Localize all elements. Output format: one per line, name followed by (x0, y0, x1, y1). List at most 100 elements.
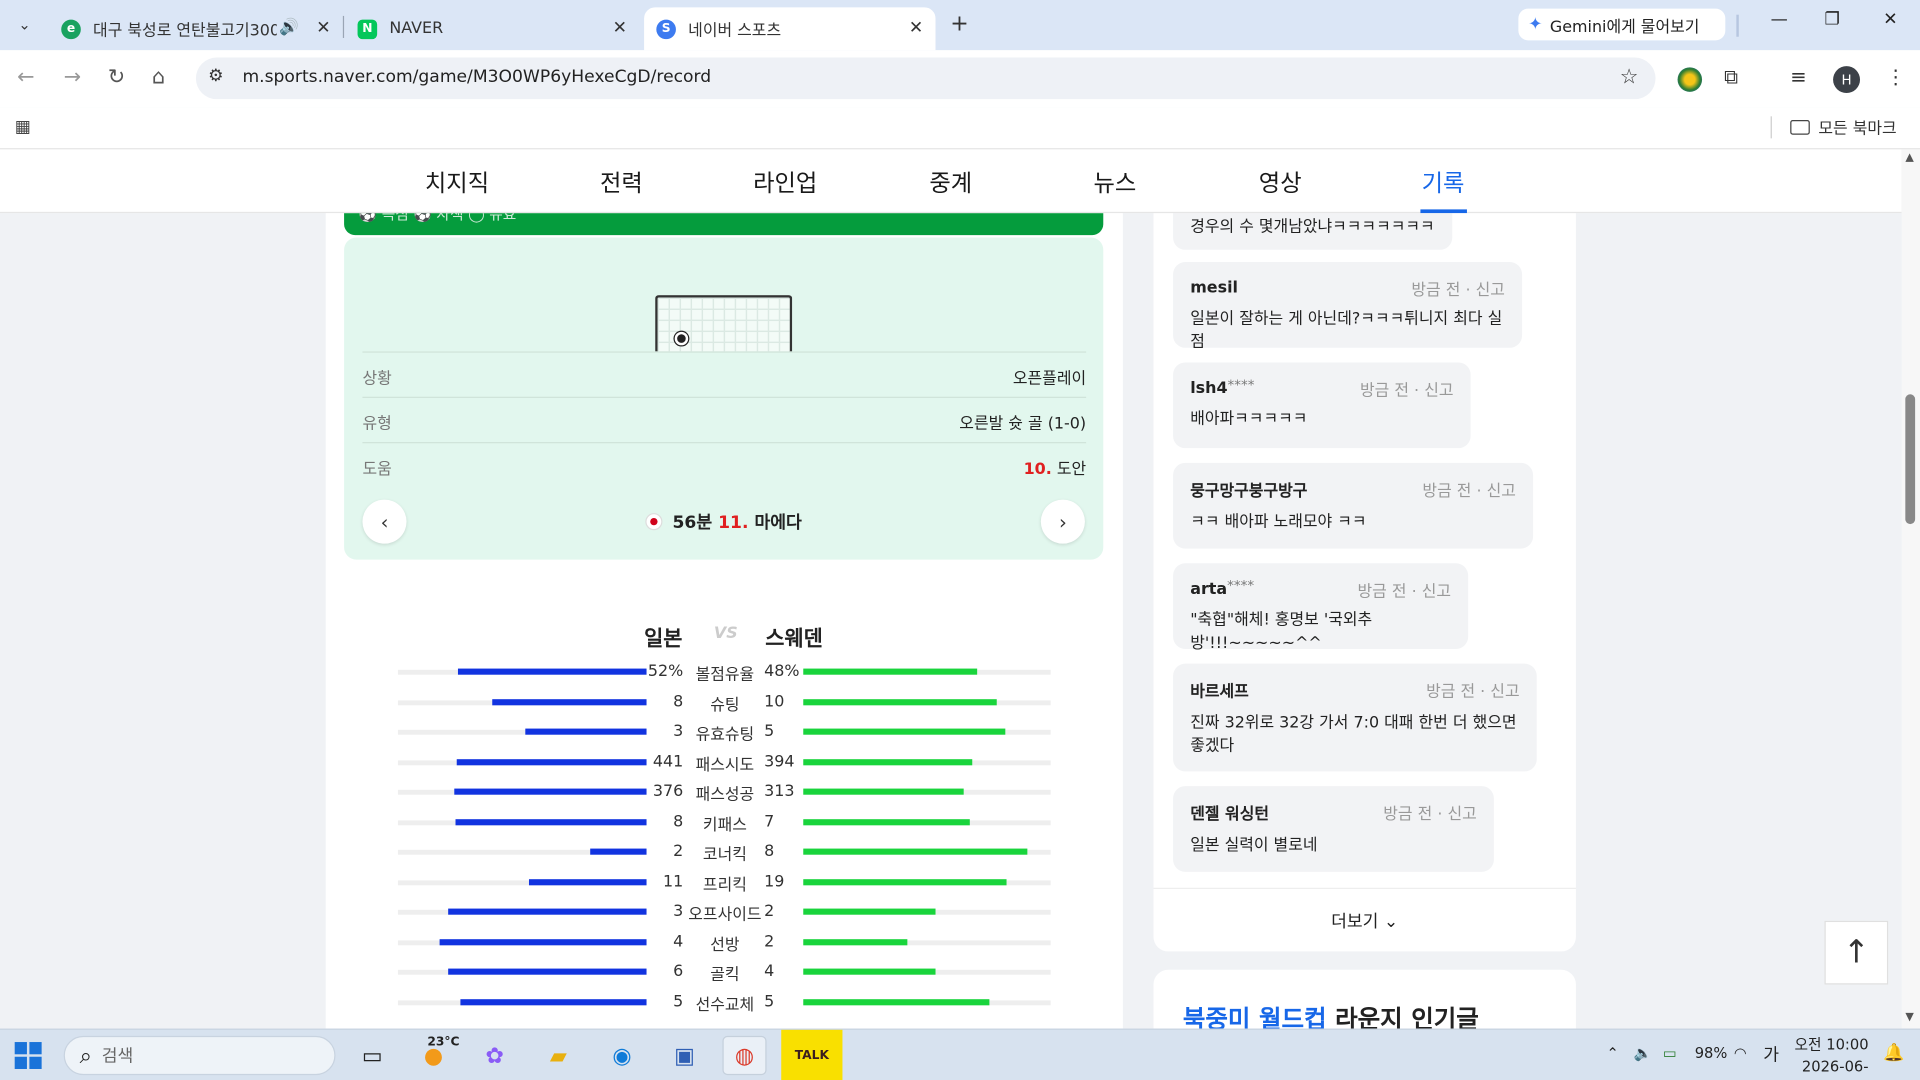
report-link[interactable]: 신고 (1447, 806, 1476, 824)
chevron-right-icon: › (1058, 510, 1067, 534)
back-arrow-icon[interactable]: ← (17, 65, 34, 89)
battery-icon[interactable]: ▭ (1663, 1044, 1677, 1061)
tab-naver-sports[interactable]: S 네이버 스포츠 ✕ (644, 7, 936, 51)
close-tab-icon[interactable]: ✕ (613, 18, 627, 38)
divider (1736, 14, 1739, 37)
tab-divider (342, 15, 345, 38)
report-link[interactable]: 신고 (1422, 583, 1451, 601)
home-stat-bar (492, 698, 647, 705)
copilot-icon[interactable]: ✿ (473, 1036, 517, 1075)
sports-nav-tab[interactable]: 전력 (600, 165, 643, 198)
tab-bulgogi[interactable]: e 대구 북성로 연탄불고기300 🔊 ✕ (49, 7, 343, 50)
comment-text: ㅋㅋ 배아파 노래모야 ㅋㅋ (1190, 513, 1367, 532)
tab-search-chevron-icon[interactable]: ⌄ (10, 10, 39, 39)
profile-avatar[interactable]: H (1833, 66, 1861, 94)
scroll-down-icon[interactable]: ▼ (1905, 1011, 1913, 1023)
report-link[interactable]: 신고 (1476, 282, 1505, 300)
speaker-icon[interactable]: 🔊 (279, 18, 299, 36)
windows-start-icon[interactable] (14, 1042, 42, 1069)
row-key: 상황 (362, 369, 392, 389)
away-stat-bar (803, 728, 1006, 735)
comment-meta-sep: · (1411, 582, 1417, 602)
comment-meta-sep: · (1480, 683, 1486, 702)
site-info-icon[interactable]: ⚙ (208, 66, 223, 86)
sports-nav-tab[interactable]: 뉴스 (1093, 165, 1136, 198)
comment-time: 방금 전 (1383, 805, 1433, 825)
close-tab-icon[interactable]: ✕ (316, 18, 330, 38)
scroll-up-icon[interactable]: ▲ (1905, 152, 1913, 164)
tab-naver[interactable]: N NAVER ✕ (345, 7, 639, 50)
scorer-name: 마에다 (754, 513, 802, 533)
stat-row: 2 코너킥 8 (397, 840, 1051, 864)
forward-arrow-icon[interactable]: → (64, 65, 81, 89)
lounge-heading[interactable]: 북중미 월드컵 라운지 인기글 (1183, 999, 1479, 1028)
arrow-up-icon: ↑ (1842, 934, 1870, 972)
comment-user-name: 바르세프 (1190, 683, 1249, 702)
sports-nav-tab[interactable]: 중계 (929, 165, 972, 198)
away-stat-bar (803, 758, 973, 765)
ime-indicator[interactable]: 가 (1763, 1042, 1779, 1066)
away-stat-bar (803, 878, 1007, 885)
home-stat-bar (455, 818, 647, 825)
restore-icon[interactable]: ❐ (1825, 10, 1840, 30)
gemini-button[interactable]: ✦ Gemini에게 물어보기 (1518, 8, 1726, 41)
report-link[interactable]: 신고 (1487, 482, 1516, 500)
address-bar[interactable]: ⚙ m.sports.naver.com/game/M3O0WP6yHexeCg… (195, 57, 1656, 100)
comment-item: 덴젤 워싱턴 방금 전 · 신고 일본 실력이 별로네 (1173, 786, 1494, 872)
kakaotalk-icon[interactable]: TALK (781, 1029, 843, 1080)
file-explorer-icon[interactable]: ▰ (536, 1036, 580, 1075)
row-key: 도움 (362, 460, 392, 479)
all-bookmarks-button[interactable]: 모든 북마크 (1790, 115, 1897, 138)
away-stat-bar (803, 938, 908, 945)
comment-time: 방금 전 (1426, 683, 1476, 702)
clock[interactable]: 오전 10:00 2026-06-26 (1788, 1033, 1869, 1080)
volume-icon[interactable]: 🔈 (1633, 1044, 1651, 1061)
menu-kebab-icon[interactable]: ⋮ (1886, 65, 1906, 88)
sports-nav-tab[interactable]: 영상 (1259, 165, 1302, 198)
wifi-icon[interactable]: ◠ (1734, 1044, 1747, 1061)
comment-meta-sep: · (1437, 805, 1443, 825)
home-stat-bar (448, 908, 647, 915)
report-link[interactable]: 신고 (1490, 683, 1519, 701)
divider (1770, 116, 1772, 139)
scrollbar-thumb[interactable] (1905, 394, 1916, 525)
next-event-button[interactable]: › (1040, 499, 1085, 544)
minimize-icon[interactable]: — (1771, 10, 1788, 30)
sports-nav-tab[interactable]: 치지직 (425, 165, 489, 198)
stat-row: 8 슈팅 10 (397, 690, 1051, 714)
sports-nav-tab[interactable]: 기록 (1422, 165, 1465, 198)
away-stat-bar (803, 668, 978, 675)
screen: ⌄ e 대구 북성로 연탄불고기300 🔊 ✕ N NAVER ✕ S 네이버 … (0, 0, 1920, 1080)
scroll-to-top-button[interactable]: ↑ (1824, 920, 1889, 985)
close-tab-icon[interactable]: ✕ (909, 18, 923, 38)
tray-overflow-chevron-icon[interactable]: ⌃ (1607, 1044, 1619, 1061)
taskbar-search[interactable]: ⌕ 검색 (63, 1035, 336, 1076)
page-scrollbar[interactable]: ▲ ▼ (1901, 149, 1920, 1029)
new-tab-plus-icon[interactable]: + (950, 11, 968, 37)
reload-icon[interactable]: ↻ (108, 65, 125, 89)
edge-browser-icon[interactable]: ◉ (600, 1036, 644, 1075)
notification-bell-icon[interactable]: 🔔 (1883, 1043, 1904, 1063)
chrome-icon[interactable]: ◍ (722, 1035, 767, 1076)
task-view-icon[interactable]: ▭ (350, 1036, 394, 1075)
media-control-icon[interactable]: ≡ (1790, 65, 1806, 88)
extension-globe-icon[interactable] (1677, 67, 1703, 92)
home-icon[interactable]: ⌂ (152, 65, 165, 89)
report-link[interactable]: 신고 (1424, 382, 1453, 400)
comment-meta-sep: · (1465, 281, 1471, 301)
bookmark-star-icon[interactable]: ☆ (1620, 65, 1639, 89)
more-comments-button[interactable]: 더보기 ⌄ (1153, 887, 1576, 952)
tab-title: NAVER (389, 19, 444, 38)
url-text[interactable]: m.sports.naver.com/game/M3O0WP6yHexeCgD/… (242, 67, 711, 87)
close-window-icon[interactable]: ✕ (1883, 10, 1897, 30)
away-stat-bar (803, 818, 970, 825)
home-stat-bar (457, 668, 647, 675)
sports-nav-tab[interactable]: 라인업 (753, 165, 817, 198)
store-icon[interactable]: ▣ (662, 1036, 706, 1075)
comment-meta: 방금 전 · 신고 (1358, 578, 1452, 601)
windows-taskbar: ⌕ 검색 ▭ ● 23°C ✿ ▰ ◉ ▣ ◍ TALK ⌃ 🔈 ▭ 98% ◠… (0, 1028, 1920, 1080)
battery-percent: 98% (1694, 1044, 1728, 1062)
extensions-puzzle-icon[interactable]: ⧉ (1724, 65, 1738, 89)
event-row-type: 유형 오른발 슛 골 (1-0) (362, 396, 1086, 442)
apps-grid-icon[interactable]: ▦ (15, 118, 31, 138)
